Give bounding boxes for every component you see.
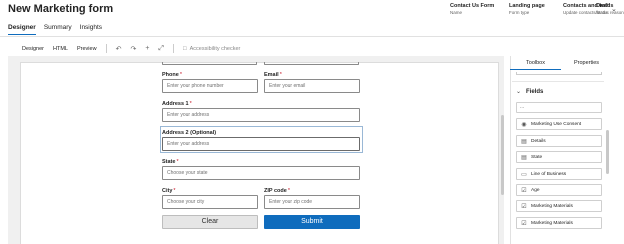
toolbar-divider [173,44,175,53]
field-item-label: Marketing Materials [531,203,573,209]
meta-label: Form type [509,10,530,15]
clear-button[interactable]: Clear [162,215,258,229]
fields-section-header[interactable]: ⌄ Fields [516,88,544,96]
field-item-label: Marketing Materials [531,220,573,226]
canvas-scrollbar[interactable] [501,115,504,195]
address2-label: Address 2 (Optional) [162,130,217,136]
redo-icon[interactable]: ↷ [130,45,136,53]
undo-icon[interactable]: ↶ [116,45,122,53]
field-item-label: State [531,154,543,160]
tab-insights[interactable]: Insights [80,24,102,35]
zip-label: ZIP code* [264,188,290,194]
document-check-icon: □ [183,45,187,52]
toolbox-panel [510,56,614,244]
fields-search-input[interactable]: ... [516,102,602,113]
city-label: City* [162,188,176,194]
tab-toolbox[interactable]: Toolbox [510,60,561,70]
form-title: New Marketing form [8,3,114,15]
accessibility-checker-button[interactable]: □ Accessibility checker [183,46,240,52]
meta-value: Draft [596,3,609,9]
meta-status: Draft Status reason [596,3,624,15]
chevron-down-icon: ⌄ [516,89,522,95]
text-line-icon: ▭ [521,171,527,178]
main-tabs: Designer Summary Insights [8,24,110,35]
city-select[interactable]: Choose your city [162,195,258,209]
input-stub [162,62,257,65]
form-canvas [20,62,499,244]
panel-divider [512,81,604,82]
preview-button[interactable]: Preview [77,46,97,52]
fields-section-title: Fields [526,88,544,95]
tab-designer[interactable]: Designer [8,24,36,35]
check-icon: ☑ [521,220,527,227]
check-icon: ☑ [521,187,527,194]
address2-input[interactable]: Enter your address [162,137,360,151]
meta-name: Contact Us Form Name [450,3,494,15]
email-input[interactable]: Enter your email [264,79,360,93]
input-stub [264,62,359,65]
radio-icon: ◉ [521,121,527,128]
meta-value: Landing page [509,3,545,9]
field-item[interactable]: ◉ Marketing Use Consent [516,118,602,130]
accessibility-checker-label: Accessibility checker [189,45,241,52]
phone-label: Phone* [162,72,182,78]
field-item[interactable]: ☑ Age [516,184,602,196]
panel-item-stub [516,72,602,75]
text-area-icon: ▤ [521,138,527,145]
panel-tabs: Toolbox Properties [510,60,612,70]
designer-view-button[interactable]: Designer [22,46,44,52]
address1-input[interactable]: Enter your address [162,108,360,122]
field-item-label: Age [531,187,540,193]
address1-label: Address 1* [162,101,192,107]
panel-scrollbar[interactable] [606,130,609,174]
field-item[interactable]: ▭ Line of Business [516,168,602,180]
field-item-label: Details [531,138,546,144]
html-view-button[interactable]: HTML [53,46,68,52]
tab-properties[interactable]: Properties [561,60,612,70]
designer-toolbar: Designer HTML Preview ↶ ↷ + ⤢ □ Accessib… [22,44,240,53]
field-item[interactable]: ▤ Details [516,135,602,147]
state-select[interactable]: Choose your state [162,166,360,180]
field-item[interactable]: ▤ State [516,151,602,163]
meta-form-type: Landing page Form type [509,3,545,15]
toolbar-divider [105,44,107,53]
expand-icon[interactable]: ⤢ [158,45,164,53]
field-item-label: Line of Business [531,171,567,177]
field-item-label: Marketing Use Consent [531,121,582,127]
tab-summary[interactable]: Summary [44,24,72,35]
zip-input[interactable]: Enter your zip code [264,195,360,209]
email-label: Email* [264,72,282,78]
check-icon: ☑ [521,203,527,210]
meta-label: Status reason [596,10,624,15]
phone-input[interactable]: Enter your phone number [162,79,258,93]
tabs-divider [0,36,624,37]
add-icon[interactable]: + [145,45,149,52]
meta-label: Name [450,10,463,15]
submit-button[interactable]: Submit [264,215,360,229]
field-item[interactable]: ☑ Marketing Materials [516,217,602,229]
field-item[interactable]: ☑ Marketing Materials [516,200,602,212]
list-icon: ▤ [521,154,527,161]
state-label: State* [162,159,179,165]
chevron-down-icon[interactable]: ⌄ [611,5,617,13]
meta-value: Contact Us Form [450,3,495,9]
